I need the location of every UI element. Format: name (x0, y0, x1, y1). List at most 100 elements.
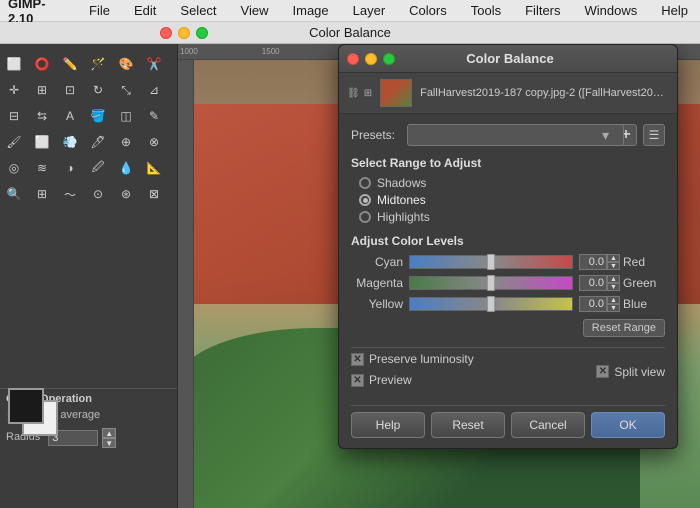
tool-warp[interactable]: 〜 (59, 183, 81, 205)
slider-spinner-yellow[interactable]: ▲ ▼ (607, 296, 620, 312)
slider-thumb-cyan[interactable] (487, 254, 495, 270)
preview-label: Preview (369, 373, 412, 387)
tool-scissors[interactable]: ✂️ (143, 53, 165, 75)
ok-button[interactable]: OK (591, 412, 665, 438)
menu-help[interactable]: Help (657, 3, 692, 18)
menu-file[interactable]: File (85, 3, 114, 18)
slider-track-yellow-container[interactable] (409, 296, 573, 312)
tool-dodge[interactable]: ◑ (59, 157, 81, 179)
tool-heal[interactable]: ⊕ (115, 131, 137, 153)
slider-thumb-magenta[interactable] (487, 275, 495, 291)
slider-value-yellow[interactable] (579, 296, 607, 312)
tool-fuzzy-select[interactable]: 🪄 (87, 53, 109, 75)
reset-button[interactable]: Reset (431, 412, 505, 438)
tool-clone[interactable]: ⊗ (143, 131, 165, 153)
dialog-image-chain-icon: ⛓ (347, 88, 360, 99)
tool-measure[interactable]: 📐 (143, 157, 165, 179)
tool-align[interactable]: ⊞ (31, 79, 53, 101)
split-view-row[interactable]: ✕ Split view (596, 352, 665, 391)
slider-up-cyan[interactable]: ▲ (607, 254, 620, 262)
slider-track-yellow (409, 297, 573, 311)
tool-paintbrush[interactable]: 🖌 (3, 131, 25, 153)
radio-circle-midtones (359, 194, 371, 206)
menu-filters[interactable]: Filters (521, 3, 564, 18)
menu-tools[interactable]: Tools (467, 3, 505, 18)
tool-rotate[interactable]: ↻ (87, 79, 109, 101)
split-view-checkbox[interactable]: ✕ (596, 365, 609, 378)
minimize-button[interactable] (178, 27, 190, 39)
slider-down-yellow[interactable]: ▼ (607, 304, 620, 312)
slider-spinner-cyan[interactable]: ▲ ▼ (607, 254, 620, 270)
dialog-image-header: ⛓ ⊞ FallHarvest2019-187 copy.jpg-2 ([Fal… (339, 73, 677, 114)
tool-blend[interactable]: ◫ (115, 105, 137, 127)
tool-scale[interactable]: ⤡ (115, 79, 137, 101)
tool-extra1[interactable]: ⊛ (115, 183, 137, 205)
slider-down-cyan[interactable]: ▼ (607, 262, 620, 270)
tool-smudge[interactable]: ≋ (31, 157, 53, 179)
menu-select[interactable]: Select (176, 3, 220, 18)
slider-row-cyan: Cyan ▲ ▼ Red (351, 254, 665, 270)
preview-row[interactable]: ✕ Preview (351, 373, 474, 387)
slider-down-magenta[interactable]: ▼ (607, 283, 620, 291)
tool-pencil[interactable]: ✎ (143, 105, 165, 127)
tool-ink[interactable]: 🖊 (87, 131, 109, 153)
tool-eraser[interactable]: ⬜ (31, 131, 53, 153)
tool-airbrush[interactable]: 💨 (59, 131, 81, 153)
tool-shear[interactable]: ⊿ (143, 79, 165, 101)
tool-extra2[interactable]: ⊠ (143, 183, 165, 205)
presets-menu-button[interactable]: ☰ (643, 124, 665, 146)
tool-blur[interactable]: ◎ (3, 157, 25, 179)
preview-checkbox[interactable]: ✕ (351, 374, 364, 387)
tool-crop[interactable]: ⊡ (59, 79, 81, 101)
slider-up-magenta[interactable]: ▲ (607, 275, 620, 283)
tool-transform[interactable]: ⊞ (31, 183, 53, 205)
preserve-luminosity-checkbox[interactable]: ✕ (351, 353, 364, 366)
tool-convolve[interactable]: ⊙ (87, 183, 109, 205)
slider-value-cyan[interactable] (579, 254, 607, 270)
menu-windows[interactable]: Windows (581, 3, 642, 18)
radio-highlights[interactable]: Highlights (359, 210, 665, 224)
tool-move[interactable]: ✛ (3, 79, 25, 101)
menu-view[interactable]: View (237, 3, 273, 18)
gegl-radius-spinner[interactable]: ▲ ▼ (102, 428, 116, 448)
tool-color-select[interactable]: 🎨 (115, 53, 137, 75)
reset-range-button[interactable]: Reset Range (583, 319, 665, 337)
maximize-button[interactable] (196, 27, 208, 39)
foreground-color[interactable] (8, 388, 44, 424)
menu-image[interactable]: Image (289, 3, 333, 18)
menu-layer[interactable]: Layer (349, 3, 390, 18)
tool-paths[interactable]: 🖉 (87, 157, 109, 179)
cancel-button[interactable]: Cancel (511, 412, 585, 438)
tool-bucket[interactable]: 🪣 (87, 105, 109, 127)
radius-down[interactable]: ▼ (102, 438, 116, 448)
slider-value-magenta[interactable] (579, 275, 607, 291)
presets-select[interactable] (407, 124, 624, 146)
tool-zoom[interactable]: 🔍 (3, 183, 25, 205)
tool-rect-select[interactable]: ⬜ (3, 53, 25, 75)
slider-track-magenta-container[interactable] (409, 275, 573, 291)
close-button[interactable] (160, 27, 172, 39)
menu-edit[interactable]: Edit (130, 3, 160, 18)
radius-up[interactable]: ▲ (102, 428, 116, 438)
tool-colorpicker[interactable]: 💧 (115, 157, 137, 179)
adjust-section-header: Adjust Color Levels (351, 234, 665, 248)
tool-flip[interactable]: ⇆ (31, 105, 53, 127)
help-button[interactable]: Help (351, 412, 425, 438)
tool-text[interactable]: A (59, 105, 81, 127)
slider-up-yellow[interactable]: ▲ (607, 296, 620, 304)
slider-left-magenta: Magenta (351, 276, 403, 290)
tool-ellipse-select[interactable]: ⭕ (31, 53, 53, 75)
slider-value-box-cyan: ▲ ▼ (579, 254, 617, 270)
preserve-luminosity-row[interactable]: ✕ Preserve luminosity (351, 352, 474, 366)
window-traffic-lights (160, 27, 208, 39)
slider-track-cyan-container[interactable] (409, 254, 573, 270)
color-balance-dialog: Color Balance ⛓ ⊞ FallHarvest2019-187 co… (338, 44, 678, 449)
tool-perspective[interactable]: ⊟ (3, 105, 25, 127)
slider-spinner-magenta[interactable]: ▲ ▼ (607, 275, 620, 291)
radio-shadows[interactable]: Shadows (359, 176, 665, 190)
menu-colors[interactable]: Colors (405, 3, 451, 18)
slider-thumb-yellow[interactable] (487, 296, 495, 312)
tool-free-select[interactable]: ✏️ (59, 53, 81, 75)
slider-value-box-magenta: ▲ ▼ (579, 275, 617, 291)
radio-midtones[interactable]: Midtones (359, 193, 665, 207)
